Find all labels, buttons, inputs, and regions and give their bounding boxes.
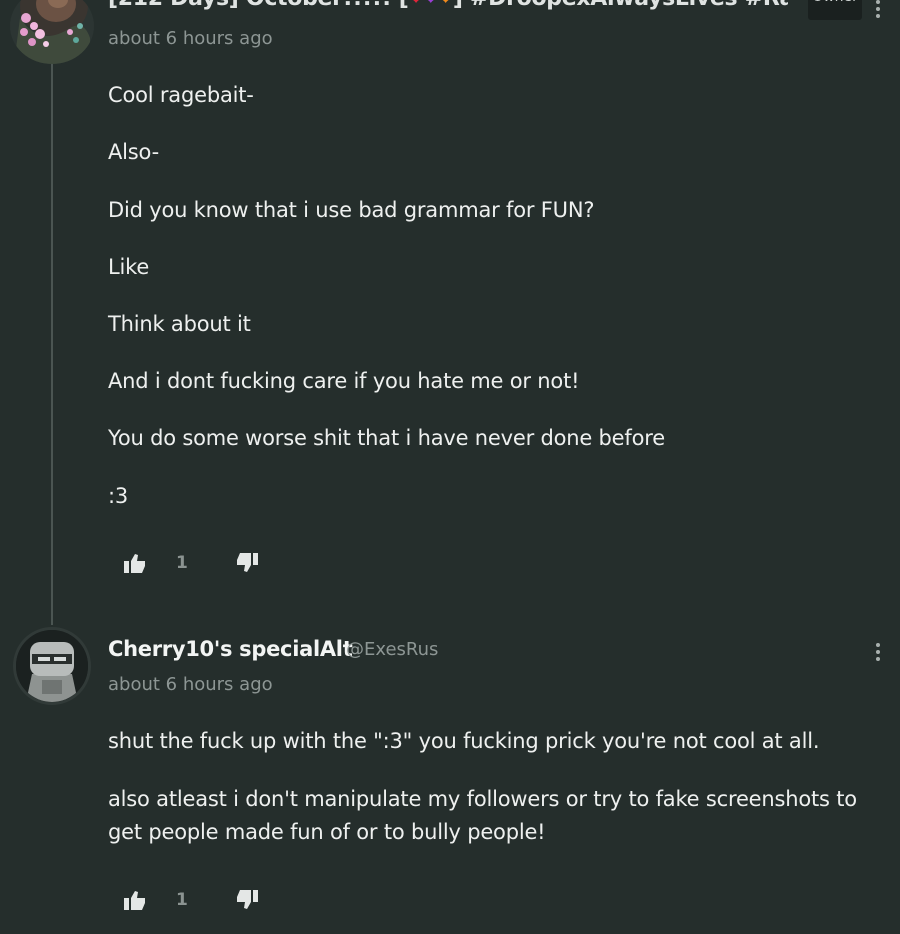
header-text-end: ] #DroopexAlwaysLives #Ra... bbox=[453, 0, 788, 11]
like-count: 1 bbox=[176, 890, 188, 910]
thumbs-up-icon[interactable] bbox=[124, 553, 146, 577]
author-avatar[interactable] bbox=[10, 0, 94, 64]
author-username[interactable]: Cherry10's specialAlt bbox=[108, 637, 353, 661]
owner-badge: Owner bbox=[808, 0, 862, 20]
avatar-image bbox=[10, 0, 94, 64]
comment-text-line: Like bbox=[108, 255, 150, 279]
comment-text-line: get people made fun of or to bully peopl… bbox=[108, 820, 546, 844]
comment-text-line: You do some worse shit that i have never… bbox=[108, 426, 665, 450]
thread-line bbox=[51, 55, 53, 625]
comment-text-line: Did you know that i use bad grammar for … bbox=[108, 198, 595, 222]
comment-text-line: Also- bbox=[108, 140, 159, 164]
header-text-start: [212 Days] October!!!!! [ bbox=[108, 0, 409, 11]
more-vertical-icon[interactable] bbox=[873, 0, 883, 18]
author-avatar[interactable] bbox=[13, 627, 91, 705]
thumbs-down-icon[interactable] bbox=[236, 553, 258, 577]
comment-timestamp: about 6 hours ago bbox=[108, 28, 273, 49]
like-count: 1 bbox=[176, 553, 188, 573]
red-heart-icon: ❤ bbox=[409, 0, 424, 10]
comment-text-line: Cool ragebait- bbox=[108, 83, 254, 107]
more-vertical-icon[interactable] bbox=[873, 643, 883, 661]
comment-text-line: shut the fuck up with the ":3" you fucki… bbox=[108, 729, 820, 753]
thumbs-up-icon[interactable] bbox=[124, 890, 146, 914]
author-handle[interactable]: @ExesRus bbox=[346, 639, 438, 660]
comment-text-line: Think about it bbox=[108, 312, 251, 336]
thumbs-down-icon[interactable] bbox=[236, 890, 258, 914]
avatar-image bbox=[16, 630, 88, 702]
author-name-header[interactable]: [212 Days] October!!!!! [❤❤❤] #DroopexAl… bbox=[108, 0, 788, 16]
comment-text-line: And i dont fucking care if you hate me o… bbox=[108, 369, 580, 393]
purple-heart-icon: ❤ bbox=[423, 0, 438, 10]
comment-text-line: also atleast i don't manipulate my follo… bbox=[108, 787, 857, 811]
orange-heart-icon: ❤ bbox=[438, 0, 453, 10]
comment-timestamp: about 6 hours ago bbox=[108, 674, 273, 695]
comment-text-line: :3 bbox=[108, 484, 129, 508]
